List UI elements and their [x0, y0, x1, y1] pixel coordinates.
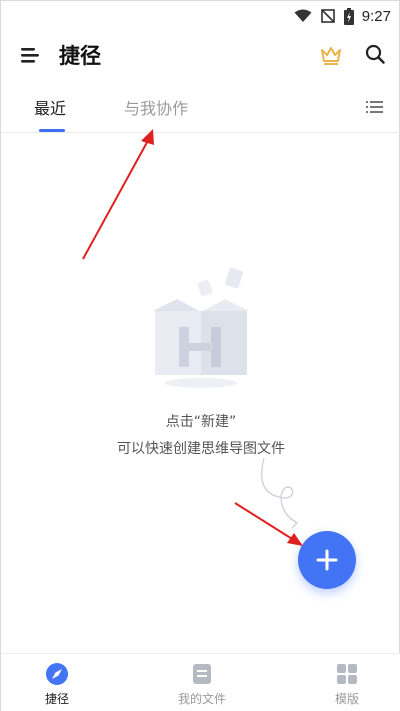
hint-curve-arrow [260, 457, 299, 529]
nav-my-files-label: 我的文件 [177, 692, 226, 706]
empty-state-title: 点击“新建” [165, 414, 237, 430]
empty-state-description: 可以快速创建思维导图文件 [117, 441, 285, 457]
empty-box-illustration [153, 267, 249, 388]
tab-collaborate[interactable]: 与我协作 [124, 95, 188, 119]
app-frame: 9:27 捷径 最近 与我协作 点击“新建” 可以快速创建思维导图文件 捷径 我… [0, 0, 400, 711]
nav-templates[interactable]: 模版 [307, 660, 387, 710]
list-view-icon[interactable] [365, 97, 385, 117]
crown-icon[interactable] [319, 43, 343, 67]
arrow-to-collab-tab [82, 129, 154, 260]
nav-shortcut[interactable]: 捷径 [17, 660, 97, 710]
nav-templates-label: 模版 [334, 692, 359, 706]
status-icons: 9:27 [294, 6, 391, 26]
page-title: 捷径 [59, 44, 101, 68]
status-time: 9:27 [361, 7, 391, 25]
signal-off-icon [320, 9, 335, 23]
search-icon[interactable] [363, 42, 387, 66]
tab-indicator [39, 129, 65, 132]
app-header: 捷径 [1, 31, 400, 79]
menu-icon[interactable] [19, 43, 43, 67]
new-file-button[interactable] [298, 531, 356, 589]
bottom-navigation: 捷径 我的文件 模版 [1, 653, 400, 711]
compass-icon [46, 663, 68, 685]
nav-my-files[interactable]: 我的文件 [162, 660, 242, 710]
file-icon [193, 664, 211, 684]
status-bar: 9:27 [1, 1, 400, 31]
grid-icon [337, 664, 357, 684]
nav-shortcut-label: 捷径 [44, 692, 69, 706]
tab-bar: 最近 与我协作 [1, 83, 400, 133]
wifi-icon [294, 9, 312, 22]
plus-icon [316, 549, 338, 571]
battery-icon [343, 7, 354, 25]
tab-recent[interactable]: 最近 [34, 95, 66, 119]
